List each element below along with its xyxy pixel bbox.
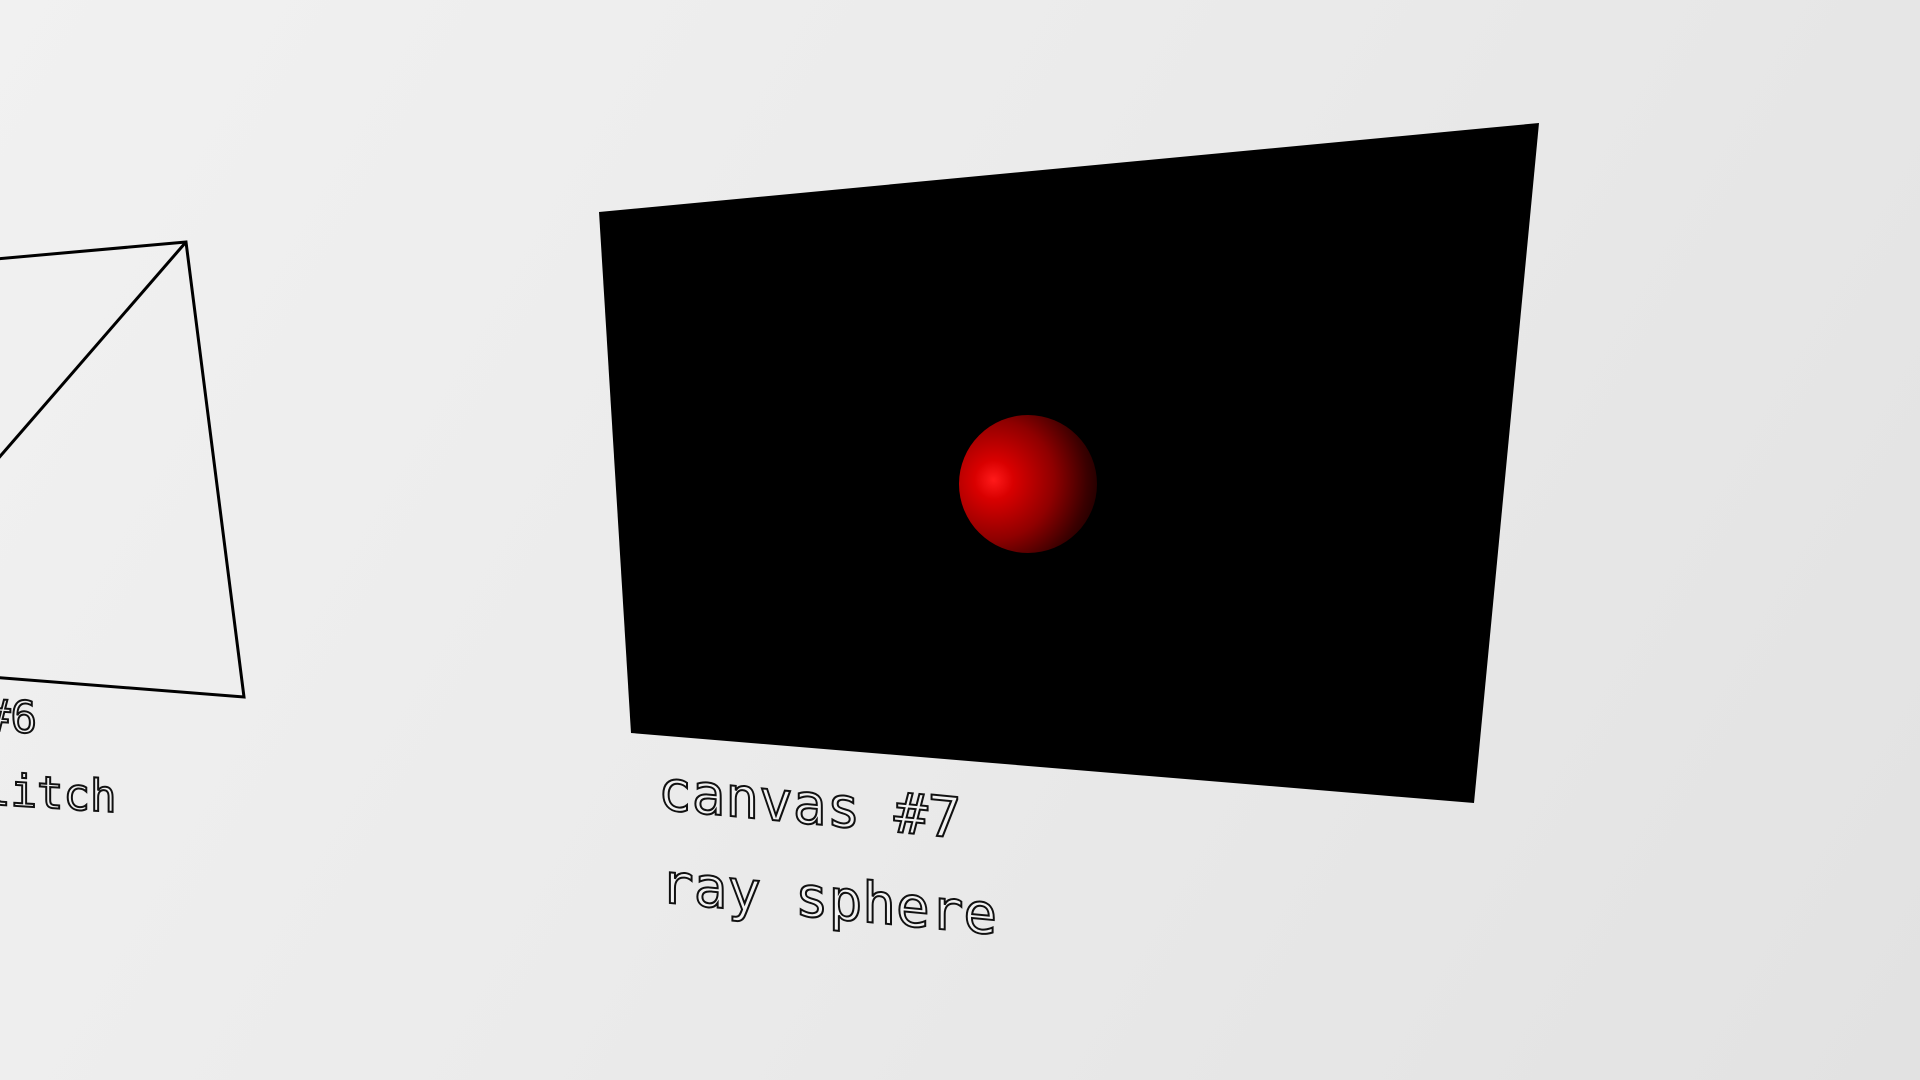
- canvas-6-frame[interactable]: [0, 240, 246, 699]
- canvas-card-6[interactable]: [0, 240, 246, 699]
- canvas-6-glitch-line: [0, 241, 188, 459]
- canvas-6-title: #6: [0, 689, 38, 745]
- canvas-card-7[interactable]: [599, 123, 1539, 803]
- ray-traced-sphere: [959, 415, 1097, 553]
- canvas-6-subtitle: litch: [0, 763, 117, 824]
